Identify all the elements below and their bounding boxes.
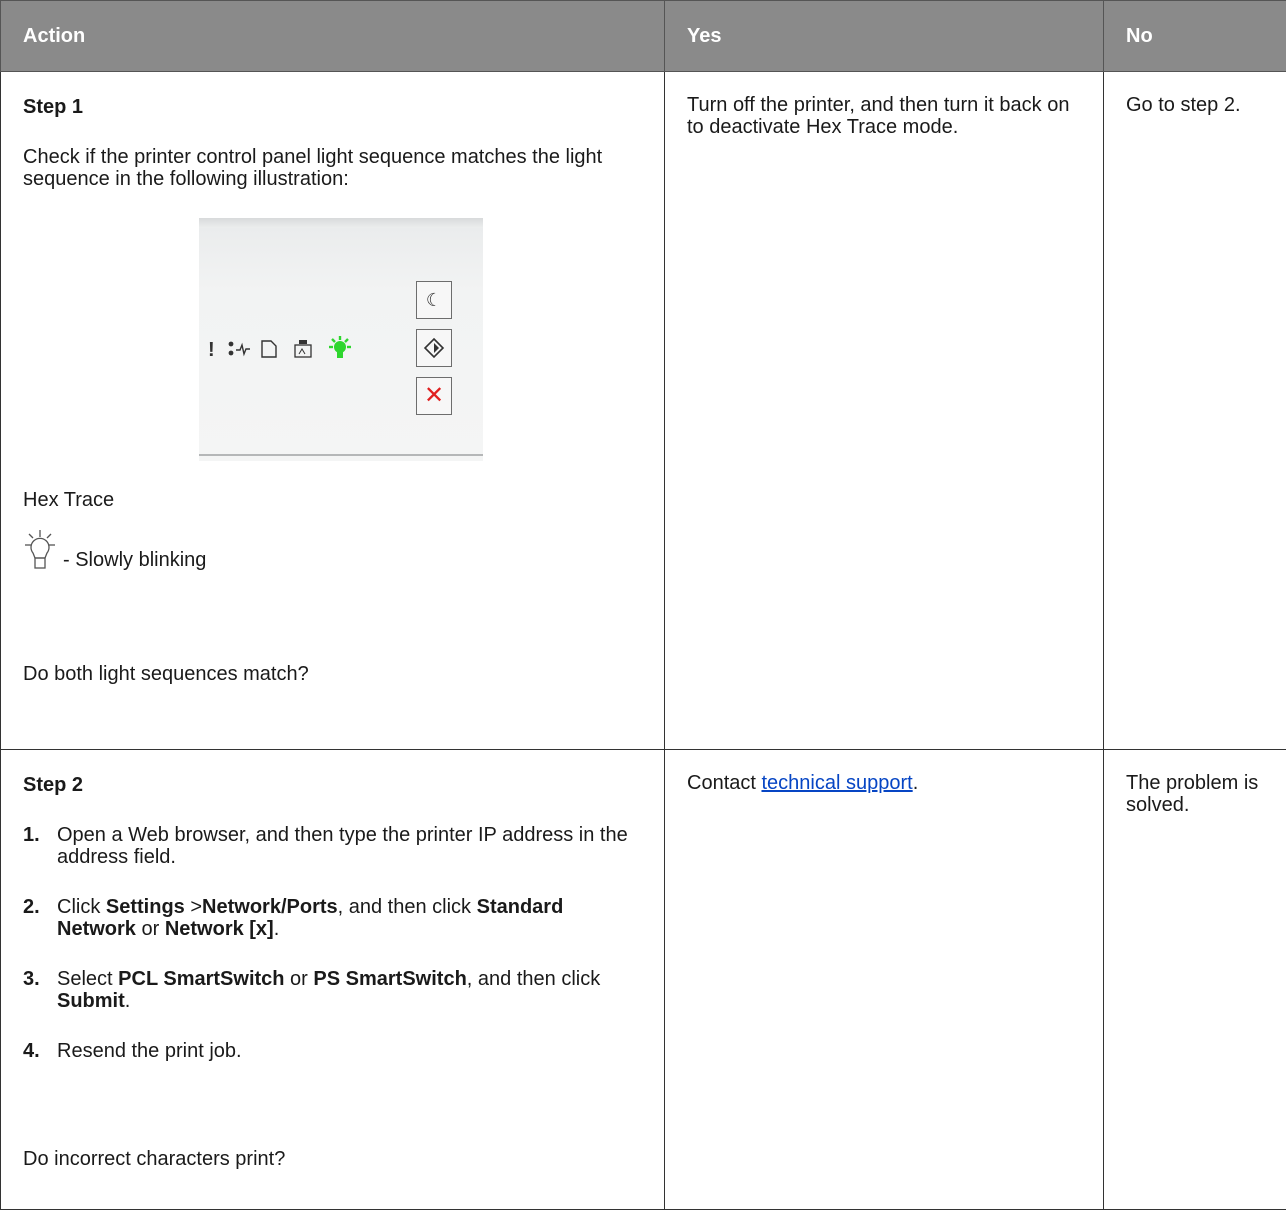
ready-light-icon — [327, 336, 353, 367]
list-item: 4. Resend the print job. — [23, 1040, 242, 1062]
action-cell: Step 1 Check if the printer control pane… — [0, 71, 665, 750]
yes-cell: Turn off the printer, and then turn it b… — [664, 71, 1104, 750]
table-row: Step 1 Check if the printer control pane… — [0, 71, 1286, 750]
technical-support-link[interactable]: technical support — [761, 772, 912, 794]
table-row: Step 2 1. Open a Web browser, and then t… — [0, 749, 1286, 1210]
steps-list: 1. Open a Web browser, and then type the… — [23, 824, 642, 1062]
step-question: Do both light sequences match? — [23, 663, 309, 685]
step-label: Step 2 — [23, 774, 84, 796]
blink-legend: - Slowly blinking — [23, 527, 642, 571]
error-light-icon: ! — [208, 339, 215, 361]
no-text: The problem is solved. — [1126, 772, 1259, 816]
no-cell: The problem is solved. — [1103, 749, 1286, 1210]
header-row: Action Yes No — [0, 0, 1286, 72]
yes-cell: Contact technical support. — [664, 749, 1104, 1210]
no-cell: Go to step 2. — [1103, 71, 1286, 750]
header-yes: Yes — [664, 0, 1104, 72]
sleep-button-icon: ☾ — [416, 281, 452, 319]
action-cell: Step 2 1. Open a Web browser, and then t… — [0, 749, 665, 1210]
header-no: No — [1103, 0, 1286, 72]
header-action: Action — [0, 0, 665, 72]
control-panel-illustration: ! ☾ ✕ — [199, 218, 483, 461]
stop-button-icon: ✕ — [416, 377, 452, 415]
list-item: 2. Click Settings >Network/Ports, and th… — [23, 896, 564, 940]
troubleshooting-table: Action Yes No Step 1 Check if the printe… — [0, 0, 1286, 1210]
step-label: Step 1 — [23, 96, 84, 118]
step-instruction: Check if the printer control panel light… — [23, 146, 603, 190]
no-text: Go to step 2. — [1126, 94, 1241, 116]
lightbulb-icon — [25, 530, 55, 569]
illustration-caption: Hex Trace — [23, 489, 115, 511]
drum-light-icon — [293, 339, 313, 364]
blink-legend-text: - Slowly blinking — [63, 549, 207, 571]
toner-light-icon — [227, 339, 251, 364]
list-item: 3. Select PCL SmartSwitch or PS SmartSwi… — [23, 968, 601, 1012]
list-item: 1. Open a Web browser, and then type the… — [23, 824, 628, 868]
paper-light-icon — [260, 339, 278, 364]
step-question: Do incorrect characters print? — [23, 1148, 286, 1170]
yes-text: Turn off the printer, and then turn it b… — [687, 94, 1070, 138]
start-button-icon — [416, 329, 452, 367]
